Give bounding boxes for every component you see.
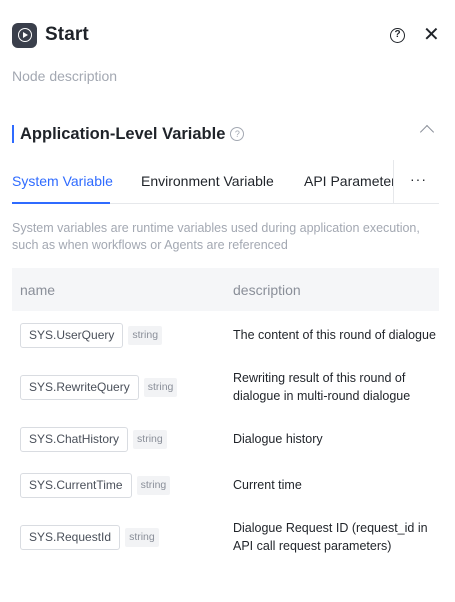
variable-type-tag: string (128, 325, 163, 345)
variable-type-tag: string (136, 475, 171, 495)
variable-name-chip[interactable]: SYS.UserQuery (20, 322, 124, 348)
more-tabs-icon[interactable]: ··· (410, 171, 427, 187)
tab-api-parameter[interactable]: API Parameter (304, 173, 393, 189)
variable-description: The content of this round of dialogue (233, 328, 436, 342)
info-icon[interactable]: ? (230, 127, 245, 141)
panel-title: Start (45, 24, 89, 45)
variable-type-tag: string (133, 429, 167, 449)
variable-description: Rewriting result of this round of dialog… (233, 371, 411, 403)
node-description-input[interactable]: Node description (12, 68, 117, 84)
column-header-name: name (20, 281, 56, 298)
chevron-up-icon[interactable] (419, 124, 435, 140)
variable-type-tag: string (125, 527, 159, 547)
variable-name-chip[interactable]: SYS.RequestId (20, 524, 121, 550)
header-actions: ? ✕ (390, 25, 440, 45)
tab-overflow-clip: API Parameter (274, 160, 393, 203)
table-row: SYS.ChatHistory string Dialogue history (12, 425, 439, 453)
system-variable-description: System variables are runtime variables u… (12, 221, 420, 252)
variable-tabs: System Variable Environment Variable API… (12, 160, 439, 204)
variable-name-chip[interactable]: SYS.CurrentTime (20, 472, 132, 498)
variable-description: Current time (233, 478, 302, 492)
variable-description: Dialogue Request ID (request_id in API c… (233, 521, 428, 553)
tab-system-variable[interactable]: System Variable (12, 173, 113, 189)
section-accent-bar (12, 125, 14, 143)
active-tab-indicator (12, 202, 110, 204)
tab-divider (393, 160, 394, 203)
panel-header: Start ? ✕ (12, 22, 440, 48)
table-row: SYS.RewriteQuery string Rewriting result… (12, 369, 439, 405)
variable-name-chip[interactable]: SYS.RewriteQuery (20, 374, 139, 400)
help-icon[interactable]: ? (390, 27, 405, 43)
column-header-description: description (233, 281, 301, 298)
section-title: Application-Level Variable (20, 124, 226, 143)
table-row: SYS.CurrentTime string Current time (12, 471, 439, 499)
table-row: SYS.UserQuery string The content of this… (12, 321, 439, 349)
table-header: name description (12, 268, 439, 311)
variable-table: name description SYS.UserQuery string Th… (12, 268, 439, 553)
variable-description: Dialogue history (233, 432, 323, 446)
variable-type-tag: string (143, 377, 178, 397)
section-header: Application-Level Variable ? (12, 123, 245, 145)
table-row: SYS.RequestId string Dialogue Request ID… (12, 519, 439, 555)
variable-name-chip[interactable]: SYS.ChatHistory (20, 426, 129, 452)
tab-environment-variable[interactable]: Environment Variable (141, 173, 274, 189)
start-node-icon (12, 22, 37, 48)
close-icon[interactable]: ✕ (423, 25, 440, 45)
